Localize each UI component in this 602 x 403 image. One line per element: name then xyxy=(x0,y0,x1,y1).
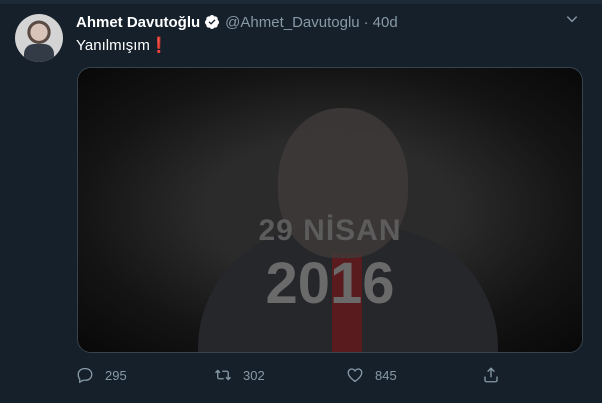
reply-icon xyxy=(76,366,94,384)
share-button[interactable] xyxy=(482,365,500,385)
like-icon xyxy=(346,366,364,384)
author-handle[interactable]: @Ahmet_Davutoglu xyxy=(225,14,359,31)
share-icon xyxy=(482,366,500,384)
video-overlay-date: 29 NİSAN xyxy=(258,214,402,247)
reply-count: 295 xyxy=(105,367,127,383)
like-button[interactable]: 845 xyxy=(346,365,397,385)
exclamation-emoji: ❗ xyxy=(149,37,169,54)
tweet-header: Ahmet Davutoğlu @Ahmet_Davutoglu · 40d xyxy=(76,12,398,32)
video-player[interactable]: 29 NİSAN 2016 xyxy=(77,67,583,353)
retweet-icon xyxy=(214,366,232,384)
verified-badge-icon xyxy=(204,14,220,30)
tweet[interactable]: Ahmet Davutoğlu @Ahmet_Davutoglu · 40d Y… xyxy=(0,0,602,403)
tweet-text-body: Yanılmışım xyxy=(76,37,150,54)
retweet-count: 302 xyxy=(243,367,265,383)
author-name[interactable]: Ahmet Davutoğlu xyxy=(76,14,200,31)
tweet-text: Yanılmışım❗ xyxy=(76,36,169,54)
like-count: 845 xyxy=(375,367,397,383)
tweet-age[interactable]: 40d xyxy=(373,14,398,31)
previous-tweet-edge xyxy=(0,0,602,4)
separator-dot: · xyxy=(363,13,369,31)
reply-button[interactable]: 295 xyxy=(76,365,127,385)
avatar[interactable] xyxy=(15,14,63,62)
chevron-down-icon[interactable] xyxy=(563,10,581,28)
video-overlay-year: 2016 xyxy=(265,251,395,316)
tweet-actions: 295 302 845 xyxy=(76,365,506,385)
retweet-button[interactable]: 302 xyxy=(214,365,265,385)
